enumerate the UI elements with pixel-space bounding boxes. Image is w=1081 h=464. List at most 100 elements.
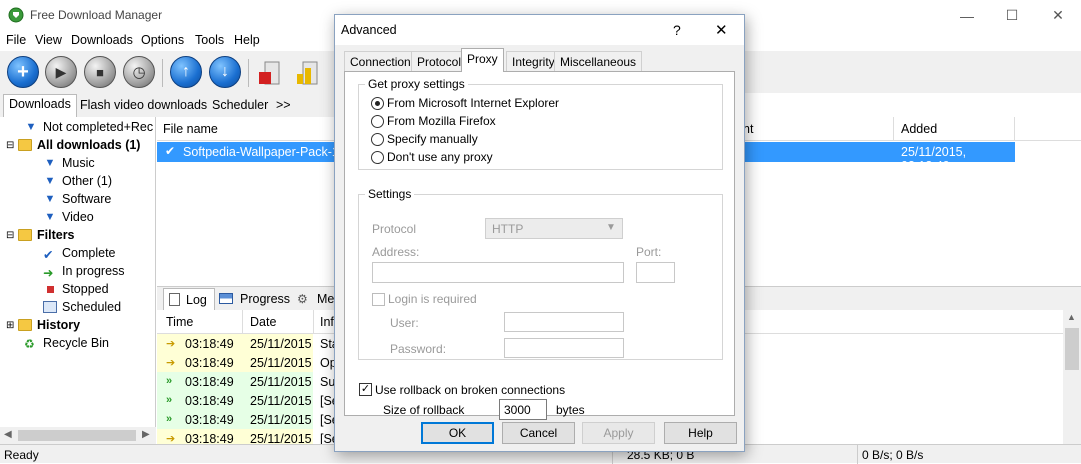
- scroll-thumb[interactable]: [1065, 328, 1079, 370]
- tree-item-complete[interactable]: ✔ Complete: [43, 244, 116, 262]
- tree-item-history[interactable]: ⊞ History: [6, 316, 80, 334]
- tab-flash-video[interactable]: Flash video downloads: [75, 96, 212, 117]
- tree-item-in-progress[interactable]: ➜ In progress: [43, 262, 125, 280]
- menu-view[interactable]: View: [35, 33, 62, 47]
- log-date: 25/11/2015: [250, 337, 312, 351]
- rollback-size-input[interactable]: 3000: [499, 399, 547, 420]
- radio-specify-manually[interactable]: [371, 133, 384, 146]
- stop-square-icon: [43, 283, 57, 295]
- col-added[interactable]: Added: [901, 122, 937, 136]
- menu-file[interactable]: File: [6, 33, 26, 47]
- tree-item-video[interactable]: ▼ Video: [43, 208, 94, 226]
- scroll-right-icon[interactable]: ▶: [142, 429, 150, 440]
- rollback-checkbox[interactable]: ✓: [359, 383, 372, 396]
- log-date: 25/11/2015: [250, 375, 312, 389]
- scroll-up-icon[interactable]: ▲: [1067, 312, 1076, 322]
- apply-button[interactable]: Apply: [582, 422, 655, 444]
- schedule-button[interactable]: ◷: [123, 56, 155, 88]
- tree-label: In progress: [62, 264, 125, 278]
- port-field[interactable]: [636, 262, 675, 283]
- traffic-low-icon[interactable]: [257, 58, 287, 88]
- tab-integrity[interactable]: Integrity: [506, 51, 561, 71]
- tab-miscellaneous[interactable]: Miscellaneous: [554, 51, 643, 71]
- radio-no-proxy[interactable]: [371, 151, 384, 164]
- tree-item-other[interactable]: ▼ Other (1): [43, 172, 112, 190]
- tab-connection[interactable]: Connection: [344, 51, 417, 71]
- col-time[interactable]: Time: [166, 315, 193, 329]
- menu-options[interactable]: Options: [141, 33, 184, 47]
- toolbar-separator: [248, 59, 249, 87]
- settings-group-label: Settings: [365, 187, 415, 201]
- toolbar-separator: [162, 59, 163, 87]
- tree-label: Video: [62, 210, 94, 224]
- tree-item-all-downloads[interactable]: ⊟ All downloads (1): [6, 136, 140, 154]
- tree-item-stopped[interactable]: Stopped: [43, 280, 109, 298]
- scroll-left-icon[interactable]: ◀: [4, 429, 12, 440]
- address-field[interactable]: [372, 262, 624, 283]
- tab-more-log[interactable]: ⚙ Me: [297, 290, 337, 311]
- download-added: 25/11/2015, 03:18:49: [901, 145, 967, 173]
- radio-label: Specify manually: [387, 132, 478, 146]
- add-download-button[interactable]: +: [7, 56, 39, 88]
- tree-item-not-completed[interactable]: ▼ Not completed+Rec: [24, 118, 154, 136]
- tree-horizontal-scrollbar[interactable]: ◀ ▶: [0, 427, 156, 444]
- menu-downloads[interactable]: Downloads: [71, 33, 133, 47]
- radio-label: From Mozilla Firefox: [387, 114, 496, 128]
- user-field[interactable]: [504, 312, 624, 332]
- tree-item-software[interactable]: ▼ Software: [43, 190, 112, 208]
- help-button[interactable]: Help: [664, 422, 737, 444]
- tree-label: Other (1): [62, 174, 113, 188]
- minimize-button[interactable]: —: [944, 0, 990, 31]
- log-time: 03:18:49: [185, 394, 234, 408]
- col-info[interactable]: Inf: [320, 315, 334, 329]
- status-speed: 0 B/s; 0 B/s: [862, 448, 924, 462]
- tab-proxy[interactable]: Proxy: [461, 48, 504, 72]
- dialog-help-button[interactable]: ?: [673, 22, 681, 38]
- password-label: Password:: [390, 342, 447, 356]
- gear-icon: ⚙: [297, 292, 308, 306]
- play-icon: ▶: [55, 63, 67, 80]
- log-date: 25/11/2015: [250, 356, 312, 370]
- tab-log[interactable]: Log: [163, 288, 215, 311]
- close-button[interactable]: ✕: [1035, 0, 1081, 31]
- move-down-button[interactable]: ↓: [209, 56, 241, 88]
- dialog-close-button[interactable]: ✕: [715, 21, 728, 39]
- tab-downloads[interactable]: Downloads: [3, 94, 77, 117]
- col-file-name[interactable]: File name: [163, 122, 218, 136]
- status-separator: [857, 445, 858, 464]
- login-required-checkbox[interactable]: [372, 293, 385, 306]
- log-time: 03:18:49: [185, 413, 234, 427]
- move-up-button[interactable]: ↑: [170, 56, 202, 88]
- traffic-medium-icon[interactable]: [295, 58, 325, 88]
- scroll-thumb[interactable]: [18, 430, 136, 441]
- tree-label: Not completed+Rec: [43, 120, 154, 134]
- tree-item-filters[interactable]: ⊟ Filters: [6, 226, 75, 244]
- tree-item-music[interactable]: ▼ Music: [43, 154, 95, 172]
- log-date: 25/11/2015: [250, 413, 312, 427]
- tree-item-scheduled[interactable]: Scheduled: [43, 298, 121, 316]
- download-arrow-icon: ▼: [25, 121, 37, 133]
- stop-icon: ■: [96, 64, 104, 80]
- tree-item-recycle-bin[interactable]: ♻ Recycle Bin: [24, 334, 109, 352]
- tab-scheduler[interactable]: Scheduler: [207, 96, 273, 117]
- ok-button[interactable]: OK: [421, 422, 494, 444]
- radio-from-ie[interactable]: [371, 97, 384, 110]
- proxy-panel: Get proxy settings From Microsoft Intern…: [344, 71, 735, 420]
- cancel-button[interactable]: Cancel: [502, 422, 575, 444]
- password-field[interactable]: [504, 338, 624, 358]
- clock-icon: ◷: [132, 64, 146, 81]
- start-button[interactable]: ▶: [45, 56, 77, 88]
- stop-button[interactable]: ■: [84, 56, 116, 88]
- protocol-select[interactable]: HTTP ▼: [485, 218, 623, 239]
- maximize-button[interactable]: ☐: [989, 0, 1035, 31]
- col-date[interactable]: Date: [250, 315, 276, 329]
- menu-help[interactable]: Help: [234, 33, 260, 47]
- column-separator: [242, 310, 243, 334]
- tab-protocol[interactable]: Protocol: [411, 51, 468, 71]
- tab-more[interactable]: >>: [271, 96, 296, 117]
- menu-tools[interactable]: Tools: [195, 33, 224, 47]
- radio-from-firefox[interactable]: [371, 115, 384, 128]
- tab-label: Log: [186, 293, 207, 307]
- tree-label: Stopped: [62, 282, 109, 296]
- log-vertical-scrollbar[interactable]: ▲: [1063, 310, 1081, 444]
